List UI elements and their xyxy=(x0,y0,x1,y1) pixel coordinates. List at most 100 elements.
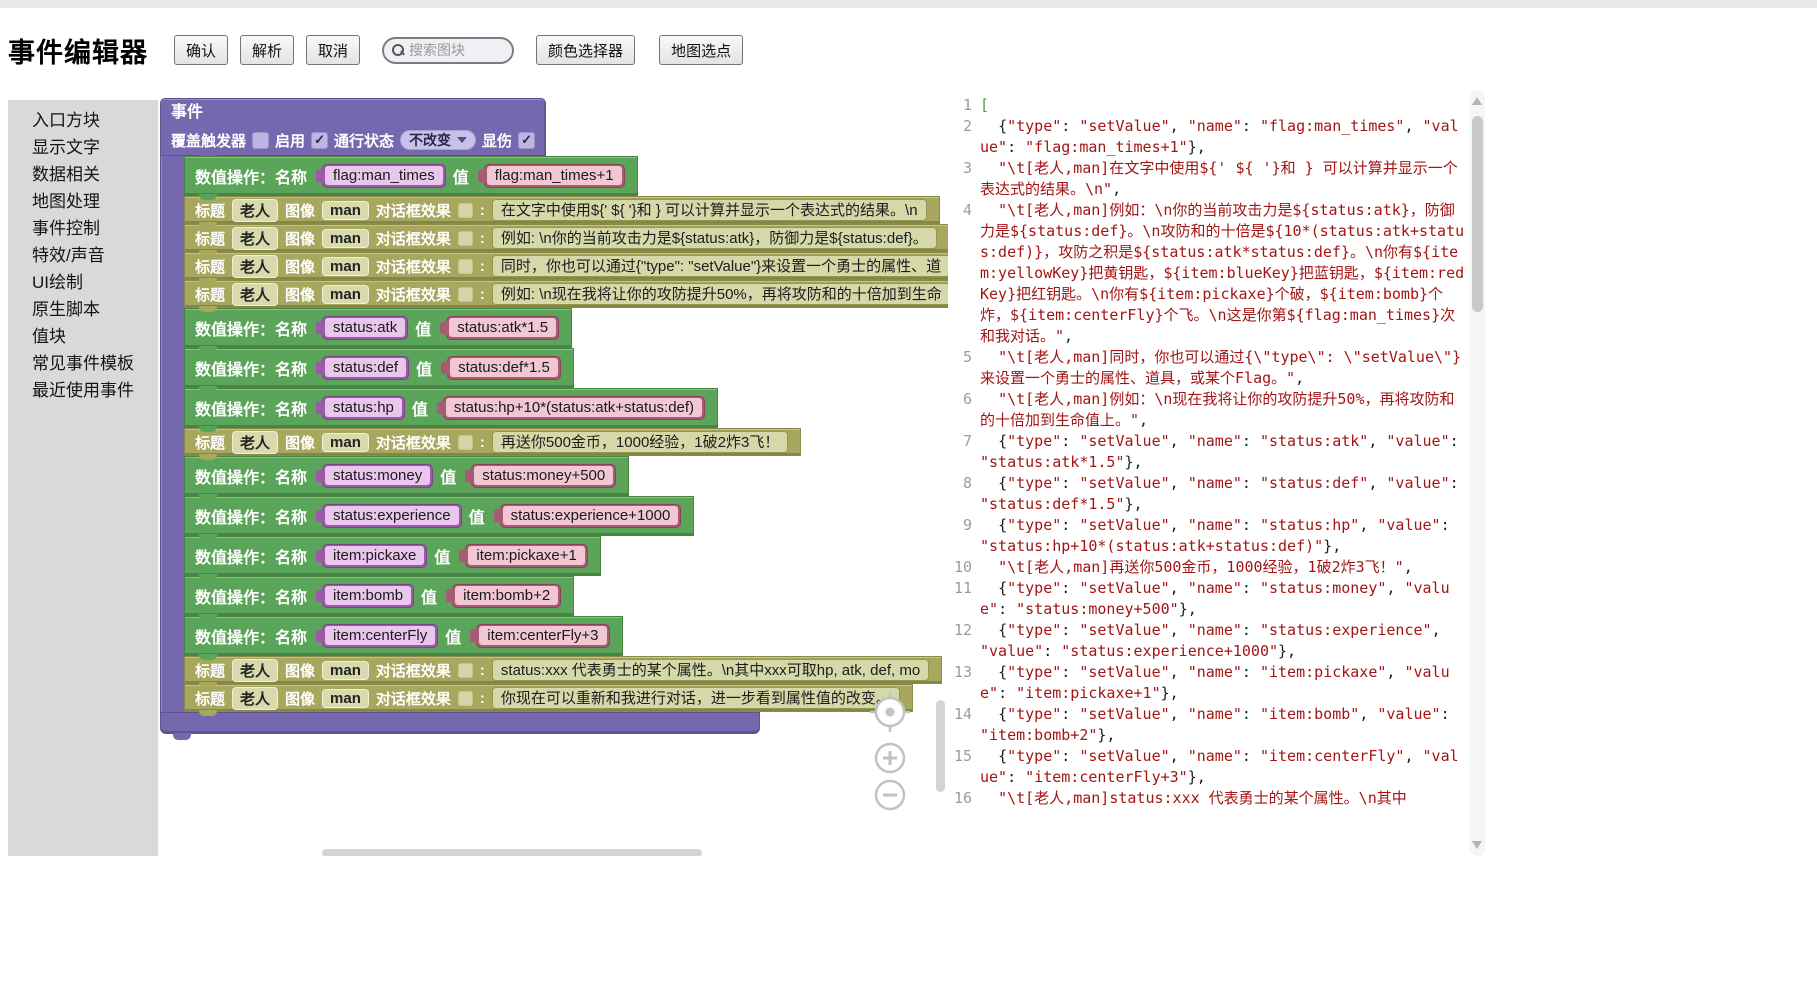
code-text[interactable]: "\t[老人,man]再送你500金币，1000经验，1破2炸3飞！", xyxy=(980,557,1470,578)
setvalue-block[interactable]: 数值操作：名称flag:man_times值flag:man_times+1 xyxy=(184,156,638,196)
setvalue-block[interactable]: 数值操作：名称status:hp值status:hp+10*(status:at… xyxy=(184,388,718,428)
name-value-chip[interactable]: status:atk xyxy=(322,316,408,340)
value-expression-chip[interactable]: status:experience+1000 xyxy=(500,504,682,528)
setvalue-block[interactable]: 数值操作：名称status:def值status:def*1.5 xyxy=(184,348,574,388)
search-input[interactable]: 搜索图块 xyxy=(382,37,514,64)
dialog-text-block[interactable]: 标题老人图像man对话框效果:在文字中使用${' ${ '}和 } 可以计算并显… xyxy=(184,196,940,224)
pass-state-dropdown[interactable]: 不改变 xyxy=(400,130,476,150)
code-text[interactable]: {"type": "setValue", "name": "status:exp… xyxy=(980,620,1470,662)
image-chip[interactable]: man xyxy=(322,433,369,452)
code-text[interactable]: {"type": "setValue", "name": "status:atk… xyxy=(980,431,1470,473)
name-value-chip[interactable]: status:def xyxy=(322,356,409,380)
workspace-vertical-scrollbar[interactable] xyxy=(936,700,945,792)
dialog-text-block[interactable]: 标题老人图像man对话框效果:例如: \n你的当前攻击力是${status:at… xyxy=(184,224,948,252)
image-chip[interactable]: man xyxy=(322,661,369,680)
dialog-effect-checkbox[interactable] xyxy=(458,203,473,218)
code-text[interactable]: "\t[老人,man]例如：\n你的当前攻击力是${status:atk}，防御… xyxy=(980,200,1470,347)
damage-checkbox[interactable]: ✓ xyxy=(518,132,535,149)
dialog-text-field[interactable]: 在文字中使用${' ${ '}和 } 可以计算并显示一个表达式的结果。\n xyxy=(492,199,927,221)
title-chip[interactable]: 老人 xyxy=(232,687,278,710)
dialog-text-field[interactable]: 你现在可以重新和我进行对话，进一步看到属性值的改变。 xyxy=(492,687,900,709)
sidebar-item[interactable]: 最近使用事件 xyxy=(8,377,158,404)
sidebar-item[interactable]: 地图处理 xyxy=(8,188,158,215)
name-value-chip[interactable]: item:bomb xyxy=(322,584,414,608)
dialog-text-block[interactable]: 标题老人图像man对话框效果:同时，你也可以通过{"type": "setVal… xyxy=(184,252,948,280)
sidebar-item[interactable]: 特效/声音 xyxy=(8,242,158,269)
image-chip[interactable]: man xyxy=(322,201,369,220)
setvalue-block[interactable]: 数值操作：名称status:experience值status:experien… xyxy=(184,496,694,536)
dialog-text-field[interactable]: 再送你500金币，1000经验，1破2炸3飞！ xyxy=(492,431,788,453)
image-chip[interactable]: man xyxy=(322,689,369,708)
title-chip[interactable]: 老人 xyxy=(232,255,278,278)
code-text[interactable]: "\t[老人,man]同时，你也可以通过{\"type\": \"setValu… xyxy=(980,347,1470,389)
title-chip[interactable]: 老人 xyxy=(232,431,278,454)
setvalue-block[interactable]: 数值操作：名称status:money值status:money+500 xyxy=(184,456,629,496)
cancel-button[interactable]: 取消 xyxy=(306,35,360,65)
zoom-in-button[interactable] xyxy=(876,744,904,772)
code-text[interactable]: {"type": "setValue", "name": "status:hp"… xyxy=(980,515,1470,557)
code-text[interactable]: "\t[老人,man]例如：\n现在我将让你的攻防提升50%，再将攻防和的十倍加… xyxy=(980,389,1470,431)
parse-button[interactable]: 解析 xyxy=(240,35,294,65)
dialog-effect-checkbox[interactable] xyxy=(458,287,473,302)
code-text[interactable]: "\t[老人,man]在文字中使用${' ${ '}和 } 可以计算并显示一个表… xyxy=(980,158,1470,200)
code-text[interactable]: {"type": "setValue", "name": "item:bomb"… xyxy=(980,704,1470,746)
zoom-reset-button[interactable] xyxy=(870,692,910,732)
code-text[interactable]: [ xyxy=(980,95,1470,116)
name-value-chip[interactable]: status:experience xyxy=(322,504,462,528)
dialog-text-block[interactable]: 标题老人图像man对话框效果:例如: \n现在我将让你的攻防提升50%，再将攻防… xyxy=(184,280,948,308)
dialog-effect-checkbox[interactable] xyxy=(458,231,473,246)
sidebar-item[interactable]: 常见事件模板 xyxy=(8,350,158,377)
name-value-chip[interactable]: flag:man_times xyxy=(322,164,446,188)
value-expression-chip[interactable]: status:hp+10*(status:atk+status:def) xyxy=(443,396,705,420)
sidebar-item[interactable]: 事件控制 xyxy=(8,215,158,242)
dialog-effect-checkbox[interactable] xyxy=(458,691,473,706)
scroll-down-icon[interactable] xyxy=(1472,841,1482,849)
name-value-chip[interactable]: status:hp xyxy=(322,396,405,420)
setvalue-block[interactable]: 数值操作：名称item:pickaxe值item:pickaxe+1 xyxy=(184,536,601,576)
dialog-text-block[interactable]: 标题老人图像man对话框效果:你现在可以重新和我进行对话，进一步看到属性值的改变… xyxy=(184,684,913,712)
dialog-text-field[interactable]: status:xxx 代表勇士的某个属性。\n其中xxx可取hp, atk, d… xyxy=(492,659,929,681)
setvalue-block[interactable]: 数值操作：名称item:centerFly值item:centerFly+3 xyxy=(184,616,623,656)
editor-scrollbar[interactable] xyxy=(1470,90,1485,856)
value-expression-chip[interactable]: item:centerFly+3 xyxy=(476,624,609,648)
dialog-text-block[interactable]: 标题老人图像man对话框效果:再送你500金币，1000经验，1破2炸3飞！ xyxy=(184,428,801,456)
enable-checkbox[interactable]: ✓ xyxy=(311,132,328,149)
code-text[interactable]: {"type": "setValue", "name": "flag:man_t… xyxy=(980,116,1470,158)
code-text[interactable]: {"type": "setValue", "name": "status:def… xyxy=(980,473,1470,515)
sidebar-item[interactable]: 原生脚本 xyxy=(8,296,158,323)
name-value-chip[interactable]: item:pickaxe xyxy=(322,544,427,568)
confirm-button[interactable]: 确认 xyxy=(174,35,228,65)
sidebar-item[interactable]: UI绘制 xyxy=(8,269,158,296)
value-expression-chip[interactable]: item:bomb+2 xyxy=(452,584,561,608)
scroll-up-icon[interactable] xyxy=(1472,97,1482,105)
json-code-editor[interactable]: 1[2 {"type": "setValue", "name": "flag:m… xyxy=(948,90,1470,856)
zoom-out-button[interactable] xyxy=(876,781,904,809)
value-expression-chip[interactable]: status:atk*1.5 xyxy=(446,316,559,340)
title-chip[interactable]: 老人 xyxy=(232,659,278,682)
code-text[interactable]: {"type": "setValue", "name": "item:cente… xyxy=(980,746,1470,788)
title-chip[interactable]: 老人 xyxy=(232,227,278,250)
name-value-chip[interactable]: item:centerFly xyxy=(322,624,438,648)
code-text[interactable]: {"type": "setValue", "name": "item:picka… xyxy=(980,662,1470,704)
name-value-chip[interactable]: status:money xyxy=(322,464,433,488)
value-expression-chip[interactable]: item:pickaxe+1 xyxy=(465,544,587,568)
value-expression-chip[interactable]: status:def*1.5 xyxy=(447,356,561,380)
editor-scrollbar-thumb[interactable] xyxy=(1472,116,1483,312)
sidebar-item[interactable]: 值块 xyxy=(8,323,158,350)
setvalue-block[interactable]: 数值操作：名称status:atk值status:atk*1.5 xyxy=(184,308,572,348)
workspace-horizontal-scrollbar[interactable] xyxy=(322,849,702,856)
value-expression-chip[interactable]: flag:man_times+1 xyxy=(484,164,625,188)
sidebar-item[interactable]: 显示文字 xyxy=(8,134,158,161)
sidebar-item[interactable]: 入口方块 xyxy=(8,107,158,134)
image-chip[interactable]: man xyxy=(322,285,369,304)
setvalue-block[interactable]: 数值操作：名称item:bomb值item:bomb+2 xyxy=(184,576,574,616)
title-chip[interactable]: 老人 xyxy=(232,283,278,306)
dialog-effect-checkbox[interactable] xyxy=(458,435,473,450)
dialog-effect-checkbox[interactable] xyxy=(458,663,473,678)
dialog-text-field[interactable]: 例如: \n你的当前攻击力是${status:atk}，防御力是${status… xyxy=(492,227,937,249)
blockly-workspace[interactable]: 事件 覆盖触发器 启用 ✓ 通行状态 不改变 显伤 ✓ 数值操作：名称flag:… xyxy=(158,90,948,856)
event-block-header[interactable]: 事件 覆盖触发器 启用 ✓ 通行状态 不改变 显伤 ✓ xyxy=(160,98,546,156)
code-text[interactable]: {"type": "setValue", "name": "status:mon… xyxy=(980,578,1470,620)
trigger-checkbox[interactable] xyxy=(252,132,269,149)
dialog-text-block[interactable]: 标题老人图像man对话框效果:status:xxx 代表勇士的某个属性。\n其中… xyxy=(184,656,942,684)
